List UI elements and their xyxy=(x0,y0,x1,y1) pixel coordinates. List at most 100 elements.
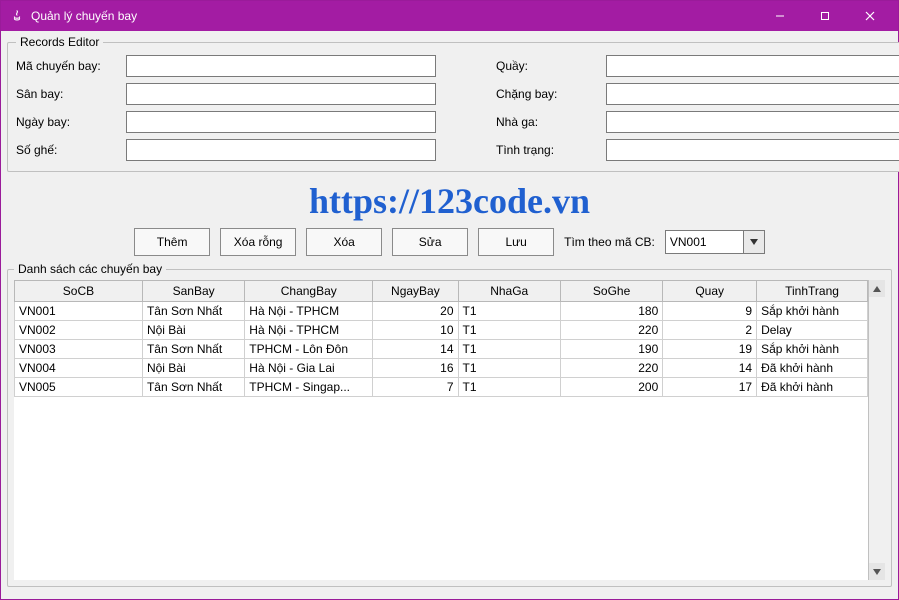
col-ngaybay[interactable]: NgayBay xyxy=(373,281,458,302)
cell-socb[interactable]: VN002 xyxy=(15,321,143,340)
table-row[interactable]: VN002Nội BàiHà Nội - TPHCM10T12202Delay xyxy=(15,321,868,340)
chevron-down-icon[interactable] xyxy=(743,230,765,254)
table-row[interactable]: VN004Nội BàiHà Nội - Gia Lai16T122014Đã … xyxy=(15,359,868,378)
cell-ngaybay[interactable]: 10 xyxy=(373,321,458,340)
scroll-up-icon[interactable] xyxy=(869,280,885,297)
status-input[interactable] xyxy=(606,139,899,161)
cell-tinhtrang[interactable]: Đã khởi hành xyxy=(757,378,868,397)
cell-tinhtrang[interactable]: Sắp khởi hành xyxy=(757,340,868,359)
cell-quay[interactable]: 17 xyxy=(663,378,757,397)
cell-nhaga[interactable]: T1 xyxy=(458,321,560,340)
cell-quay[interactable]: 2 xyxy=(663,321,757,340)
save-button[interactable]: Lưu xyxy=(478,228,554,256)
table-row[interactable]: VN003Tân Sơn NhấtTPHCM - Lôn Đôn14T11901… xyxy=(15,340,868,359)
search-label: Tìm theo mã CB: xyxy=(564,235,655,249)
maximize-button[interactable] xyxy=(802,1,847,31)
terminal-label: Nhà ga: xyxy=(496,115,606,129)
vertical-scrollbar[interactable] xyxy=(868,280,885,580)
cell-soghe[interactable]: 180 xyxy=(560,302,662,321)
flight-code-label: Mã chuyến bay: xyxy=(16,59,126,73)
cell-changbay[interactable]: TPHCM - Singap... xyxy=(245,378,373,397)
cell-soghe[interactable]: 190 xyxy=(560,340,662,359)
java-icon xyxy=(9,8,25,24)
cell-changbay[interactable]: Hà Nội - TPHCM xyxy=(245,321,373,340)
table-area: SoCB SanBay ChangBay NgayBay NhaGa SoGhe… xyxy=(14,280,868,580)
clear-button[interactable]: Xóa rỗng xyxy=(220,228,296,256)
cell-nhaga[interactable]: T1 xyxy=(458,340,560,359)
cell-nhaga[interactable]: T1 xyxy=(458,302,560,321)
cell-tinhtrang[interactable]: Đã khởi hành xyxy=(757,359,868,378)
cell-sanbay[interactable]: Nội Bài xyxy=(142,359,244,378)
edit-button[interactable]: Sửa xyxy=(392,228,468,256)
airport-input[interactable] xyxy=(126,83,436,105)
cell-ngaybay[interactable]: 7 xyxy=(373,378,458,397)
cell-tinhtrang[interactable]: Delay xyxy=(757,321,868,340)
search-combo[interactable] xyxy=(665,230,765,254)
col-tinhtrang[interactable]: TinhTrang xyxy=(757,281,868,302)
cell-soghe[interactable]: 220 xyxy=(560,321,662,340)
records-editor-legend: Records Editor xyxy=(16,35,103,49)
cell-nhaga[interactable]: T1 xyxy=(458,359,560,378)
app-window: Quản lý chuyến bay Records Editor Mã chu… xyxy=(0,0,899,600)
flight-table: SoCB SanBay ChangBay NgayBay NhaGa SoGhe… xyxy=(14,280,868,397)
cell-quay[interactable]: 9 xyxy=(663,302,757,321)
cell-changbay[interactable]: Hà Nội - TPHCM xyxy=(245,302,373,321)
cell-ngaybay[interactable]: 16 xyxy=(373,359,458,378)
col-soghe[interactable]: SoGhe xyxy=(560,281,662,302)
col-sanbay[interactable]: SanBay xyxy=(142,281,244,302)
col-changbay[interactable]: ChangBay xyxy=(245,281,373,302)
watermark-text: https://123code.vn xyxy=(7,180,892,222)
status-label: Tình trạng: xyxy=(496,143,606,157)
flight-list-legend: Danh sách các chuyến bay xyxy=(14,262,166,276)
fly-date-input[interactable] xyxy=(126,111,436,133)
cell-nhaga[interactable]: T1 xyxy=(458,378,560,397)
table-row[interactable]: VN005Tân Sơn NhấtTPHCM - Singap...7T1200… xyxy=(15,378,868,397)
seats-label: Số ghế: xyxy=(16,143,126,157)
search-combo-input[interactable] xyxy=(665,230,743,254)
table-wrap: SoCB SanBay ChangBay NgayBay NhaGa SoGhe… xyxy=(14,280,885,580)
table-header-row: SoCB SanBay ChangBay NgayBay NhaGa SoGhe… xyxy=(15,281,868,302)
terminal-input[interactable] xyxy=(606,111,899,133)
cell-ngaybay[interactable]: 14 xyxy=(373,340,458,359)
col-nhaga[interactable]: NhaGa xyxy=(458,281,560,302)
cell-socb[interactable]: VN003 xyxy=(15,340,143,359)
window-title: Quản lý chuyến bay xyxy=(31,9,757,23)
add-button[interactable]: Thêm xyxy=(134,228,210,256)
fly-date-label: Ngày bay: xyxy=(16,115,126,129)
cell-changbay[interactable]: Hà Nội - Gia Lai xyxy=(245,359,373,378)
seats-input[interactable] xyxy=(126,139,436,161)
delete-button[interactable]: Xóa xyxy=(306,228,382,256)
cell-socb[interactable]: VN004 xyxy=(15,359,143,378)
cell-soghe[interactable]: 220 xyxy=(560,359,662,378)
counter-label: Quầy: xyxy=(496,59,606,73)
cell-sanbay[interactable]: Tân Sơn Nhất xyxy=(142,302,244,321)
cell-socb[interactable]: VN005 xyxy=(15,378,143,397)
route-input[interactable] xyxy=(606,83,899,105)
counter-input[interactable] xyxy=(606,55,899,77)
table-row[interactable]: VN001Tân Sơn NhấtHà Nội - TPHCM20T11809S… xyxy=(15,302,868,321)
cell-socb[interactable]: VN001 xyxy=(15,302,143,321)
cell-tinhtrang[interactable]: Sắp khởi hành xyxy=(757,302,868,321)
cell-soghe[interactable]: 200 xyxy=(560,378,662,397)
cell-ngaybay[interactable]: 20 xyxy=(373,302,458,321)
col-quay[interactable]: Quay xyxy=(663,281,757,302)
titlebar: Quản lý chuyến bay xyxy=(1,1,898,31)
col-socb[interactable]: SoCB xyxy=(15,281,143,302)
minimize-button[interactable] xyxy=(757,1,802,31)
cell-sanbay[interactable]: Tân Sơn Nhất xyxy=(142,340,244,359)
records-editor-panel: Records Editor Mã chuyến bay: Quầy: Sân … xyxy=(7,35,899,172)
cell-sanbay[interactable]: Tân Sơn Nhất xyxy=(142,378,244,397)
form-grid: Mã chuyến bay: Quầy: Sân bay: Chặng bay:… xyxy=(16,55,899,161)
toolbar: Thêm Xóa rỗng Xóa Sửa Lưu Tìm theo mã CB… xyxy=(7,228,892,256)
content-area: Records Editor Mã chuyến bay: Quầy: Sân … xyxy=(1,31,898,599)
close-button[interactable] xyxy=(847,1,892,31)
airport-label: Sân bay: xyxy=(16,87,126,101)
cell-changbay[interactable]: TPHCM - Lôn Đôn xyxy=(245,340,373,359)
route-label: Chặng bay: xyxy=(496,87,606,101)
flight-list-panel: Danh sách các chuyến bay SoCB SanBay Cha… xyxy=(7,262,892,587)
flight-code-input[interactable] xyxy=(126,55,436,77)
cell-quay[interactable]: 14 xyxy=(663,359,757,378)
cell-quay[interactable]: 19 xyxy=(663,340,757,359)
cell-sanbay[interactable]: Nội Bài xyxy=(142,321,244,340)
scroll-down-icon[interactable] xyxy=(869,563,885,580)
